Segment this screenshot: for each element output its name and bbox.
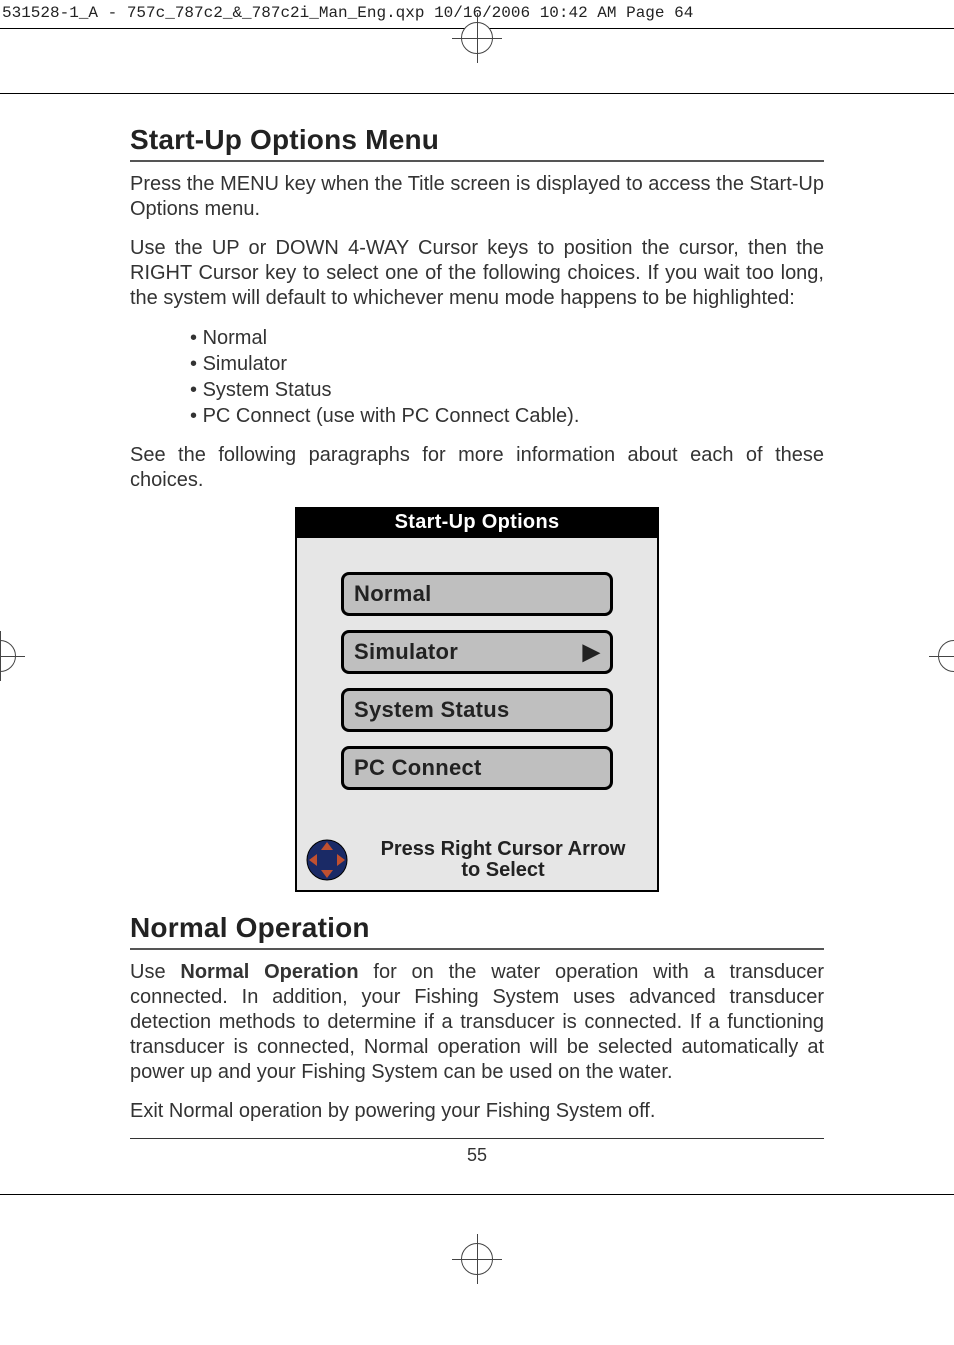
footer-rule [130, 1138, 824, 1139]
menu-item-pc-connect: PC Connect [341, 746, 613, 790]
bottom-rule [0, 1194, 954, 1195]
para-intro-1: Press the MENU key when the Title screen… [130, 172, 824, 222]
crop-mark-left [0, 640, 16, 672]
menu-item-simulator: Simulator ▶ [341, 630, 613, 674]
bullet-pc-connect: PC Connect (use with PC Connect Cable). [190, 403, 824, 429]
startup-footer-text: Press Right Cursor Arrow to Select [357, 839, 649, 881]
menu-item-system-status: System Status [341, 688, 613, 732]
menu-item-normal: Normal [341, 572, 613, 616]
bullet-list: Normal Simulator System Status PC Connec… [190, 325, 824, 429]
crop-mark-top [461, 22, 493, 54]
startup-titlebar: Start-Up Options [297, 509, 657, 538]
para-intro-3: See the following paragraphs for more in… [130, 443, 824, 493]
bullet-simulator: Simulator [190, 351, 824, 377]
crop-mark-right [938, 640, 954, 672]
startup-options-screenshot: Start-Up Options Normal Simulator ▶ Syst… [295, 507, 659, 892]
page-number: 55 [130, 1145, 824, 1166]
para-intro-2: Use the UP or DOWN 4-WAY Cursor keys to … [130, 236, 824, 311]
bullet-system-status: System Status [190, 377, 824, 403]
dpad-icon [305, 838, 349, 882]
heading-normal-operation: Normal Operation [130, 912, 824, 950]
footer-line1: Press Right Cursor Arrow [381, 838, 626, 860]
text-fragment: Use [130, 961, 180, 983]
menu-item-label: PC Connect [354, 755, 482, 781]
crop-mark-bottom [461, 1243, 493, 1275]
menu-item-label: System Status [354, 697, 510, 723]
bullet-normal: Normal [190, 325, 824, 351]
menu-item-label: Normal [354, 581, 432, 607]
bold-normal-operation: Normal Operation [180, 961, 358, 983]
top-rule [0, 93, 954, 94]
chevron-right-icon: ▶ [583, 639, 600, 665]
para-normal-1: Use Normal Operation for on the water op… [130, 960, 824, 1085]
para-normal-2: Exit Normal operation by powering your F… [130, 1099, 824, 1124]
footer-line2: to Select [461, 859, 544, 881]
heading-startup-options: Start-Up Options Menu [130, 124, 824, 162]
menu-item-label: Simulator [354, 639, 458, 665]
